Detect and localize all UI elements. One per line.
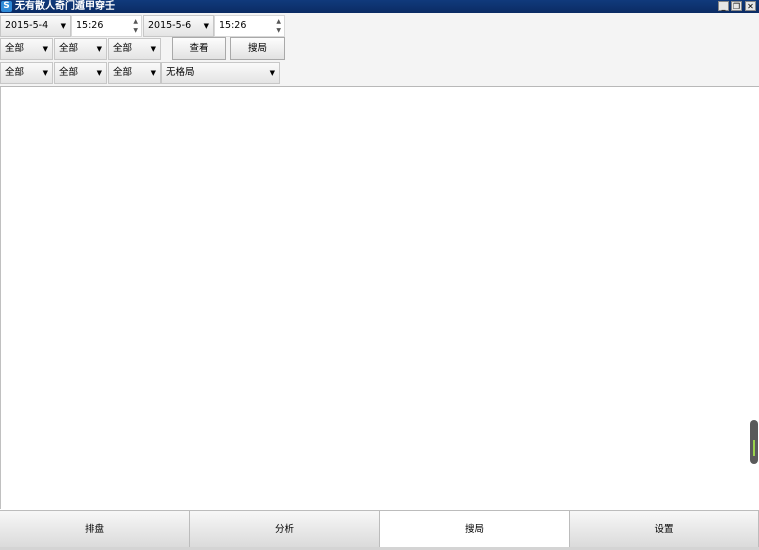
tab-search[interactable]: 搜局 (380, 511, 570, 548)
chevron-down-icon: ▼ (42, 69, 48, 77)
end-date-value: 2015-5-6 (148, 20, 192, 31)
chevron-down-icon: ▼ (203, 22, 209, 30)
chevron-down-icon: ▼ (150, 69, 156, 77)
scroll-handle[interactable] (750, 420, 758, 464)
filter-select-6[interactable]: 全部 ▼ (108, 62, 161, 84)
tab-analysis[interactable]: 分析 (190, 511, 380, 548)
filter-select-4[interactable]: 全部 ▼ (0, 62, 53, 84)
spin-arrows-icon[interactable]: ▲ ▼ (276, 17, 281, 35)
view-button[interactable]: 查看 (172, 37, 226, 60)
end-time-value: 15:26 (219, 20, 247, 31)
chevron-down-icon: ▼ (150, 45, 156, 53)
chevron-down-icon: ▼ (269, 69, 275, 77)
start-time-spinner[interactable]: 15:26 ▲ ▼ (71, 15, 142, 37)
tab-settings[interactable]: 设置 (570, 511, 759, 548)
tab-paipan[interactable]: 排盘 (0, 511, 190, 548)
end-date-picker[interactable]: 2015-5-6 ▼ (143, 15, 214, 37)
minimize-icon[interactable]: _ (718, 1, 729, 11)
window-title: 无有散人奇门遁甲穿壬 (15, 1, 115, 12)
chevron-down-icon: ▼ (60, 22, 66, 30)
filter-select-2[interactable]: 全部 ▼ (54, 38, 107, 60)
start-time-value: 15:26 (76, 20, 104, 31)
title-bar: S 无有散人奇门遁甲穿壬 _ ❐ ✕ (0, 0, 759, 13)
filter-toolbar: 2015-5-4 ▼ 15:26 ▲ ▼ 2015-5-6 ▼ 15:26 ▲ … (0, 13, 759, 87)
pattern-value: 无格局 (166, 67, 195, 78)
chevron-down-icon: ▼ (96, 69, 102, 77)
results-panel (0, 87, 759, 509)
search-button[interactable]: 搜局 (230, 37, 285, 60)
bottom-tab-bar: 排盘 分析 搜局 设置 (0, 510, 759, 548)
filter-select-1[interactable]: 全部 ▼ (0, 38, 53, 60)
chevron-down-icon: ▼ (42, 45, 48, 53)
restore-icon[interactable]: ❐ (731, 1, 742, 11)
spin-arrows-icon[interactable]: ▲ ▼ (133, 17, 138, 35)
app-icon: S (1, 1, 12, 12)
filter-select-3[interactable]: 全部 ▼ (108, 38, 161, 60)
start-date-value: 2015-5-4 (5, 20, 49, 31)
scroll-grip (753, 440, 755, 456)
filter-select-5[interactable]: 全部 ▼ (54, 62, 107, 84)
start-date-picker[interactable]: 2015-5-4 ▼ (0, 15, 71, 37)
close-icon[interactable]: ✕ (745, 1, 756, 11)
chevron-down-icon: ▼ (96, 45, 102, 53)
pattern-select[interactable]: 无格局 ▼ (161, 62, 280, 84)
end-time-spinner[interactable]: 15:26 ▲ ▼ (214, 15, 285, 37)
